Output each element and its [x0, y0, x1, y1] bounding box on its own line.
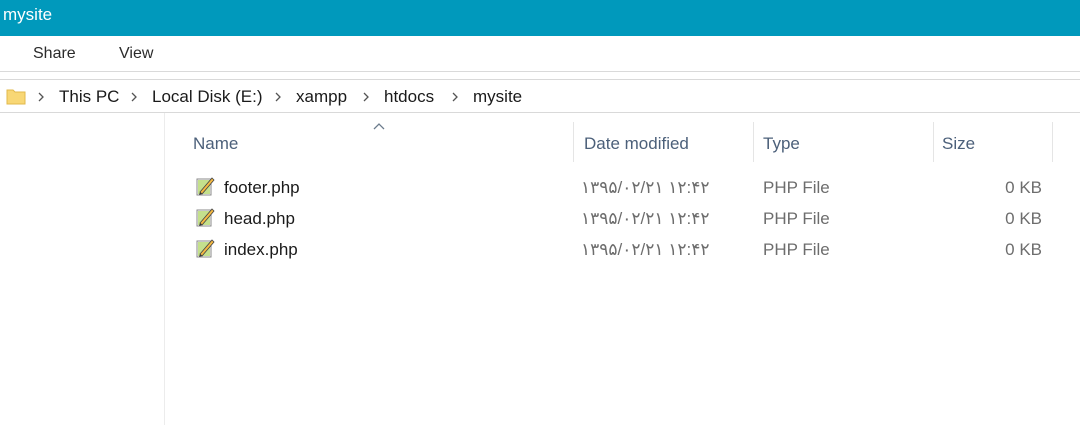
column-date-label: Date modified — [584, 134, 689, 153]
tab-view[interactable]: View — [119, 45, 153, 63]
file-type: PHP File — [763, 178, 830, 197]
ribbon: Share View — [0, 36, 1080, 72]
window-title: mysite — [3, 5, 53, 24]
column-header-size[interactable]: Size — [934, 122, 1053, 162]
breadcrumb-local-disk[interactable]: Local Disk (E:) — [152, 87, 263, 107]
column-header-type[interactable]: Type — [754, 122, 934, 162]
file-row[interactable]: head.php ۱۳۹۵/۰۲/۲۱ ۱۲:۴۲ PHP File 0 KB — [166, 203, 1080, 233]
file-size: 0 KB — [1005, 209, 1042, 228]
file-name: head.php — [224, 209, 295, 228]
breadcrumb-htdocs[interactable]: htdocs — [384, 87, 434, 107]
navigation-pane[interactable] — [0, 113, 165, 425]
chevron-right-icon[interactable] — [361, 92, 371, 102]
column-header-date[interactable]: Date modified — [574, 122, 754, 162]
file-type: PHP File — [763, 240, 830, 259]
file-name: footer.php — [224, 178, 300, 197]
php-file-icon — [196, 177, 215, 196]
chevron-right-icon[interactable] — [36, 92, 46, 102]
address-bar[interactable]: This PC Local Disk (E:) xampp htdocs mys… — [0, 79, 1080, 113]
file-date: ۱۳۹۵/۰۲/۲۱ ۱۲:۴۲ — [581, 240, 710, 259]
file-type: PHP File — [763, 209, 830, 228]
chevron-right-icon[interactable] — [450, 92, 460, 102]
column-header: Name Date modified Type Size — [166, 122, 1080, 162]
folder-icon — [6, 89, 26, 105]
tab-share[interactable]: Share — [33, 45, 76, 63]
file-row[interactable]: footer.php ۱۳۹۵/۰۲/۲۱ ۱۲:۴۲ PHP File 0 K… — [166, 172, 1080, 202]
breadcrumb-this-pc[interactable]: This PC — [59, 87, 119, 107]
file-size: 0 KB — [1005, 240, 1042, 259]
file-date: ۱۳۹۵/۰۲/۲۱ ۱۲:۴۲ — [581, 209, 710, 228]
column-size-label: Size — [942, 134, 976, 153]
breadcrumb-mysite[interactable]: mysite — [473, 87, 522, 107]
php-file-icon — [196, 208, 215, 227]
column-name-label: Name — [193, 134, 239, 153]
breadcrumb-xampp[interactable]: xampp — [296, 87, 347, 107]
column-type-label: Type — [763, 134, 800, 153]
file-row[interactable]: index.php ۱۳۹۵/۰۲/۲۱ ۱۲:۴۲ PHP File 0 KB — [166, 234, 1080, 264]
file-date: ۱۳۹۵/۰۲/۲۱ ۱۲:۴۲ — [581, 178, 710, 197]
file-size: 0 KB — [1005, 178, 1042, 197]
chevron-right-icon[interactable] — [273, 92, 283, 102]
chevron-right-icon[interactable] — [129, 92, 139, 102]
php-file-icon — [196, 239, 215, 258]
file-name: index.php — [224, 240, 298, 259]
column-header-name[interactable]: Name — [166, 122, 574, 162]
title-bar: mysite — [0, 0, 1080, 36]
